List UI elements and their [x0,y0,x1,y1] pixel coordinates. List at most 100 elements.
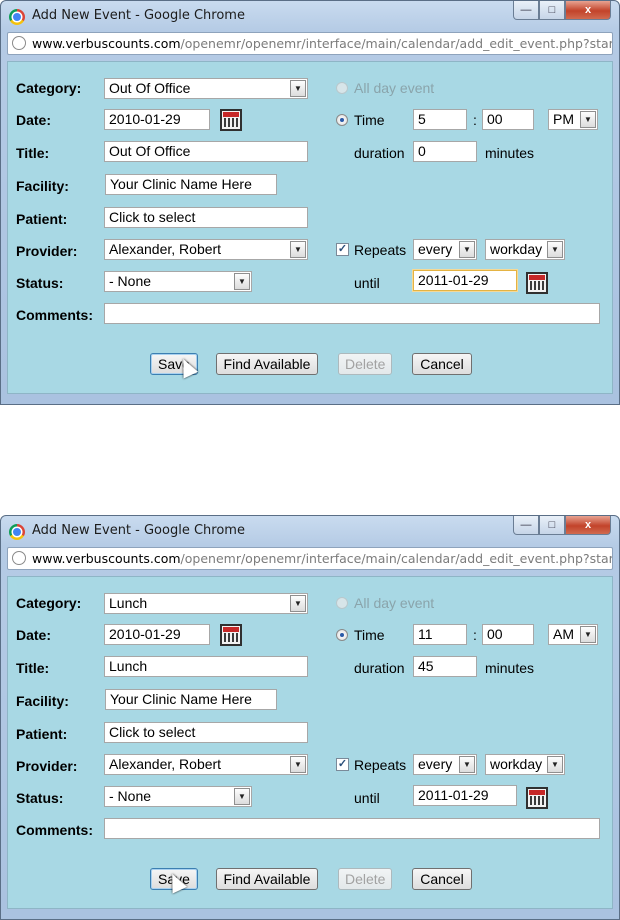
title-bar: Add New Event - Google Chrome — □ x [1,516,619,546]
all-day-radio[interactable] [336,597,348,609]
status-label: Status: [16,790,64,806]
facility-input[interactable]: Your Clinic Name Here [105,689,277,710]
time-hour-input[interactable]: 11 [413,624,467,645]
duration-label: duration [354,660,405,676]
comments-input[interactable] [104,818,600,839]
repeat-every-value: every [418,756,453,772]
ampm-value: PM [553,111,574,127]
minutes-label: minutes [485,145,535,161]
time-separator: : [473,112,477,128]
maximize-button[interactable]: □ [539,1,565,20]
repeat-every-select[interactable]: every ▼ [413,754,477,775]
repeat-unit-select[interactable]: workday ▼ [485,754,565,775]
chevron-down-icon: ▼ [459,756,475,773]
cancel-button[interactable]: Cancel [412,353,472,375]
provider-select[interactable]: Alexander, Robert ▼ [104,239,308,260]
calendar-icon[interactable] [220,109,242,131]
ampm-select[interactable]: PM ▼ [548,109,598,130]
patient-label: Patient: [16,726,68,742]
minimize-button[interactable]: — [513,1,539,20]
chevron-down-icon: ▼ [234,273,250,290]
close-button[interactable]: x [565,1,611,20]
ampm-select[interactable]: AM ▼ [548,624,598,645]
time-radio[interactable] [336,629,348,641]
provider-value: Alexander, Robert [109,241,222,257]
until-label: until [354,275,380,291]
comments-label: Comments: [16,822,94,838]
calendar-icon[interactable] [526,787,548,809]
cancel-button[interactable]: Cancel [412,868,472,890]
repeats-label: Repeats [354,242,407,258]
duration-input[interactable]: 0 [413,141,477,162]
repeats-label: Repeats [354,757,407,773]
title-input[interactable]: Out Of Office [104,141,308,162]
find-available-button[interactable]: Find Available [216,868,318,890]
category-select[interactable]: Lunch ▼ [104,593,308,614]
comments-label: Comments: [16,307,94,323]
window-title: Add New Event - Google Chrome [32,523,245,538]
provider-select[interactable]: Alexander, Robert ▼ [104,754,308,775]
status-select[interactable]: - None ▼ [104,271,252,292]
repeat-every-select[interactable]: every ▼ [413,239,477,260]
provider-label: Provider: [16,243,78,259]
until-label: until [354,790,380,806]
comments-input[interactable] [104,303,600,324]
until-input[interactable]: 2011-01-29 [413,270,517,291]
ampm-value: AM [553,626,574,642]
time-hour-input[interactable]: 5 [413,109,467,130]
until-input[interactable]: 2011-01-29 [413,785,517,806]
globe-icon [12,551,26,565]
address-bar[interactable]: www.verbuscounts.com/openemr/openemr/int… [7,32,613,55]
url-text: www.verbuscounts.com/openemr/openemr/int… [32,36,612,51]
chrome-logo-icon [9,524,25,540]
address-bar[interactable]: www.verbuscounts.com/openemr/openemr/int… [7,547,613,570]
window-controls: — □ x [513,1,611,21]
category-value: Out Of Office [109,80,191,96]
time-radio[interactable] [336,114,348,126]
delete-button[interactable]: Delete [338,868,392,890]
patient-input[interactable]: Click to select [104,207,308,228]
patient-input[interactable]: Click to select [104,722,308,743]
repeats-checkbox[interactable]: ✓ [336,758,349,771]
url-path: /openemr/openemr/interface/main/calendar… [180,551,613,566]
chevron-down-icon: ▼ [290,241,306,258]
title-input[interactable]: Lunch [104,656,308,677]
maximize-button[interactable]: □ [539,516,565,535]
duration-label: duration [354,145,405,161]
calendar-icon[interactable] [220,624,242,646]
status-value: - None [109,273,152,289]
facility-input[interactable]: Your Clinic Name Here [105,174,277,195]
chevron-down-icon: ▼ [234,788,250,805]
time-separator: : [473,627,477,643]
repeat-unit-value: workday [490,241,543,257]
time-minute-input[interactable]: 00 [482,109,534,130]
duration-input[interactable]: 45 [413,656,477,677]
category-select[interactable]: Out Of Office ▼ [104,78,308,99]
delete-button[interactable]: Delete [338,353,392,375]
title-label: Title: [16,145,50,161]
chevron-down-icon: ▼ [580,111,596,128]
repeats-checkbox[interactable]: ✓ [336,243,349,256]
chevron-down-icon: ▼ [290,756,306,773]
chevron-down-icon: ▼ [290,80,306,97]
date-input[interactable]: 2010-01-29 [104,624,210,645]
status-select[interactable]: - None ▼ [104,786,252,807]
chrome-logo-icon [9,9,25,25]
minutes-label: minutes [485,660,535,676]
chevron-down-icon: ▼ [459,241,475,258]
window-controls: — □ x [513,516,611,536]
minimize-button[interactable]: — [513,516,539,535]
find-available-button[interactable]: Find Available [216,353,318,375]
date-input[interactable]: 2010-01-29 [104,109,210,130]
provider-label: Provider: [16,758,78,774]
date-label: Date: [16,627,52,643]
repeat-unit-select[interactable]: workday ▼ [485,239,565,260]
all-day-radio[interactable] [336,82,348,94]
globe-icon [12,36,26,50]
calendar-icon[interactable] [526,272,548,294]
category-value: Lunch [109,595,148,611]
browser-window: Add New Event - Google Chrome — □ x www.… [0,0,620,405]
chevron-down-icon: ▼ [547,756,563,773]
close-button[interactable]: x [565,516,611,535]
time-minute-input[interactable]: 00 [482,624,534,645]
